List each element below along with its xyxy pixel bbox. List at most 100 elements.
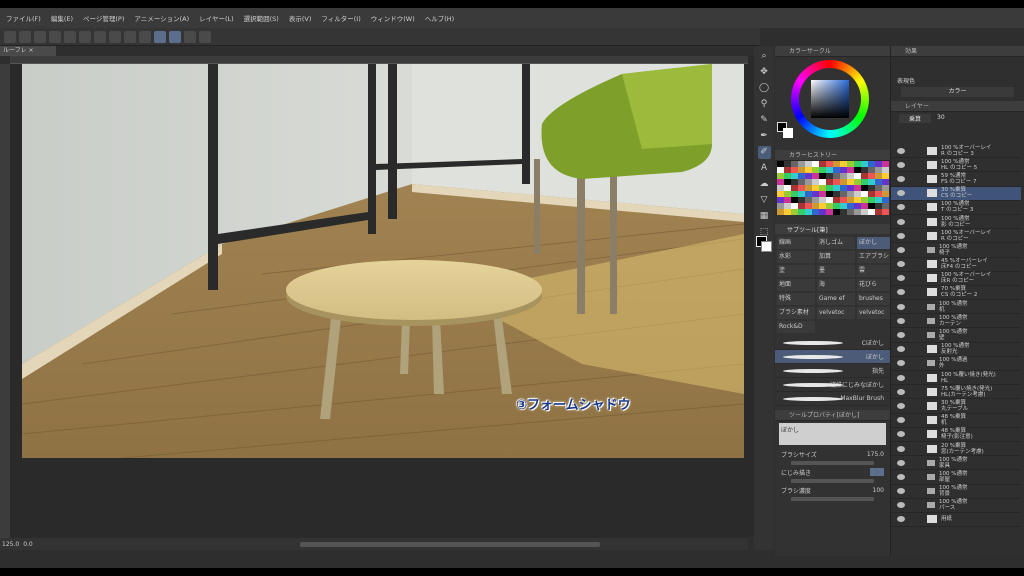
eye-icon[interactable] [897,445,905,452]
subtool-group[interactable]: 特殊 [777,293,815,305]
subtool-group[interactable]: 墨 [817,265,855,277]
subtool-group[interactable]: 消しゴム [817,237,855,249]
eye-icon[interactable] [897,417,905,424]
sub-color-swatch[interactable] [783,128,793,138]
layer-row[interactable]: 100 %通過 外 [891,357,1021,371]
menu-file[interactable]: ファイル(F) [6,13,41,23]
menu-edit[interactable]: 編集(E) [51,13,73,23]
layer-row[interactable]: 100 %通常 背景 [891,485,1021,499]
layer-row[interactable]: 100 %オーバーレイ 床R のコピー [891,272,1021,286]
snap-guide-icon[interactable] [169,30,181,43]
history-swatch[interactable] [826,209,833,215]
eye-icon[interactable] [897,402,905,409]
layer-row[interactable]: 100 %通常 影 のコピー [891,215,1021,230]
settings-icon[interactable] [79,30,91,43]
layer-row[interactable]: 100 %覆い焼き(発光) HL [891,371,1021,386]
subtool-group[interactable]: 線画 [777,237,815,249]
select-tool-icon[interactable]: ◯ [758,82,771,95]
layer-row[interactable]: 100 %オーバーレイ R のコピー 3 [891,144,1021,159]
grid-icon[interactable] [139,30,151,43]
blend-tool-icon[interactable]: ☁ [758,178,771,191]
saturation-square[interactable] [811,80,849,118]
eye-icon[interactable] [897,175,905,182]
subtool-group[interactable]: Game ef [817,293,855,305]
eye-icon[interactable] [897,261,905,268]
perspective-icon[interactable] [199,30,211,43]
menu-selection[interactable]: 選択範囲(S) [244,13,279,23]
layer-row[interactable]: 48 %乗算 机 [891,414,1021,428]
save-icon[interactable] [34,30,46,43]
history-swatch[interactable] [833,209,840,215]
fill-tool-icon[interactable]: ▽ [758,194,771,207]
layer-row[interactable]: 100 %通常 壁 [891,328,1021,343]
redo-icon[interactable] [64,30,76,43]
eye-icon[interactable] [897,232,905,239]
zoom-tool-icon[interactable]: ⌕ [758,50,771,63]
history-swatch[interactable] [868,209,875,215]
brush-item[interactable]: 指先 [775,364,890,378]
layer-panel-tab[interactable]: レイヤー [891,101,1024,112]
eye-icon[interactable] [897,459,905,466]
eye-icon[interactable] [897,332,905,339]
color-history-grid[interactable] [775,161,890,219]
eye-icon[interactable] [897,488,905,495]
brush-item[interactable]: ぼかし [775,350,890,364]
history-swatch[interactable] [861,209,868,215]
blend-mode-select[interactable]: 乗算 [899,114,932,123]
menu-layer[interactable]: レイヤー(L) [199,13,234,23]
layer-row[interactable]: 30 %乗算 CS のコピー [891,186,1021,201]
brush-tool-icon[interactable]: ✐ [757,146,771,159]
subtool-group[interactable]: 塗 [777,265,815,277]
layer-row[interactable]: 用紙 [891,513,1021,528]
layer-row[interactable]: 100 %通常 反射光 [891,343,1021,357]
text-tool-icon[interactable]: A [758,162,771,175]
menu-view[interactable]: 表示(V) [289,13,312,23]
canvas-area[interactable]: ③フォームシャドウ [10,64,748,544]
eye-icon[interactable] [897,275,905,282]
history-swatch[interactable] [819,209,826,215]
subtool-group[interactable]: velvetoc [817,307,855,319]
history-swatch[interactable] [784,209,791,215]
eye-icon[interactable] [897,147,905,154]
layer-row[interactable]: 100 %通常 部屋 [891,470,1021,485]
transform-icon[interactable] [109,30,121,43]
history-swatch[interactable] [798,209,805,215]
menu-help[interactable]: ヘルプ(H) [425,13,454,23]
horizontal-scrollbar[interactable] [300,542,600,547]
subtool-group[interactable]: ブラシ素材 [777,307,815,319]
eye-icon[interactable] [897,161,905,168]
menu-filter[interactable]: フィルター(I) [321,13,360,23]
brush-item[interactable]: Cぼかし [775,336,890,350]
pen-tool-icon[interactable]: ✒ [758,130,771,143]
eye-icon[interactable] [897,303,905,310]
document-tab[interactable]: ルーフレ × [0,46,56,56]
eye-icon[interactable] [897,346,905,353]
eye-icon[interactable] [897,218,905,225]
eye-icon[interactable] [897,289,905,296]
eye-icon[interactable] [897,374,905,381]
open-icon[interactable] [19,30,31,43]
eye-icon[interactable] [897,388,905,395]
color-swatches[interactable] [756,236,772,252]
brush-item[interactable]: MaxBlur Brush [775,392,890,406]
menu-window[interactable]: ウィンドウ(W) [371,13,415,23]
layer-row[interactable]: 100 %通常 T のコピー 3 [891,201,1021,215]
fill-icon[interactable] [94,30,106,43]
history-swatch[interactable] [847,209,854,215]
expression-select[interactable]: カラー [901,87,1014,97]
eye-icon[interactable] [897,516,905,523]
layer-row[interactable]: 70 %乗算 CS のコピー 2 [891,286,1021,301]
layer-row[interactable]: 100 %通常 カーテン [891,314,1021,329]
undo-icon[interactable] [49,30,61,43]
angle-value[interactable]: 0.0 [23,541,33,548]
subtool-group[interactable]: 加算 [817,251,855,263]
opacity-value[interactable]: 30 [937,114,945,123]
density-slider[interactable] [791,497,874,501]
density-value[interactable]: 100 [873,487,884,494]
clear-icon[interactable] [124,30,136,43]
subtool-group[interactable]: 地面 [777,279,815,291]
eye-icon[interactable] [897,360,905,367]
eye-icon[interactable] [897,246,905,253]
layer-row[interactable]: 100 %通常 パース [891,499,1021,513]
history-swatch[interactable] [840,209,847,215]
